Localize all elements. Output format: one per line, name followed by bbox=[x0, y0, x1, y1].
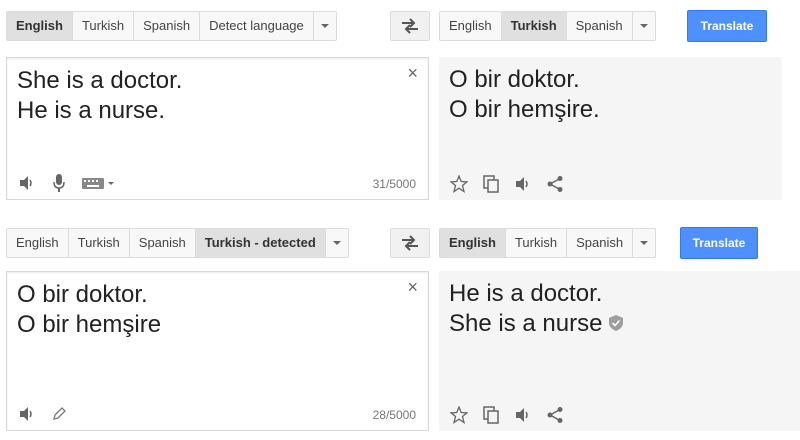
pencil-icon[interactable] bbox=[49, 404, 69, 424]
source-toolbar bbox=[17, 404, 69, 424]
source-language-dropdown[interactable] bbox=[326, 229, 348, 257]
target-language-dropdown[interactable] bbox=[633, 12, 655, 40]
target-language-bar: English Turkish Spanish bbox=[439, 11, 656, 41]
character-count: 31/5000 bbox=[372, 177, 416, 191]
speaker-icon[interactable] bbox=[17, 173, 37, 193]
translation-result-area: He is a doctor. She is a nurse bbox=[439, 271, 800, 431]
speaker-icon[interactable] bbox=[17, 404, 37, 424]
keyboard-icon[interactable] bbox=[81, 173, 117, 193]
target-tab-english[interactable]: English bbox=[440, 229, 506, 257]
result-toolbar bbox=[449, 405, 565, 425]
translation-line: O bir doktor. bbox=[449, 66, 580, 93]
source-tab-spanish[interactable]: Spanish bbox=[134, 12, 201, 40]
source-language-bar: English Turkish Spanish Detect language bbox=[6, 11, 337, 41]
translation-text: O bir doktor. O bir hemşire. bbox=[449, 65, 600, 125]
clear-text-button[interactable]: × bbox=[407, 278, 418, 296]
translation-line: He is a doctor. bbox=[449, 280, 603, 307]
source-language-bar: English Turkish Spanish Turkish - detect… bbox=[6, 228, 349, 258]
translation-text: He is a doctor. She is a nurse bbox=[449, 279, 624, 339]
translation-line: O bir hemşire. bbox=[449, 96, 600, 123]
source-line: He is a nurse. bbox=[17, 97, 166, 124]
microphone-icon[interactable] bbox=[49, 173, 69, 193]
target-tab-english[interactable]: English bbox=[440, 12, 502, 40]
source-tab-turkish-detected[interactable]: Turkish - detected bbox=[195, 229, 326, 257]
chevron-down-icon bbox=[332, 241, 341, 245]
source-tab-spanish[interactable]: Spanish bbox=[130, 229, 196, 257]
chevron-down-icon bbox=[639, 24, 648, 28]
source-line: O bir hemşire bbox=[17, 311, 162, 338]
source-tab-turkish[interactable]: Turkish bbox=[73, 12, 135, 40]
copy-icon[interactable] bbox=[481, 174, 501, 194]
translation-line-with-badge: She is a nurse bbox=[449, 309, 624, 339]
source-tab-english[interactable]: English bbox=[7, 229, 69, 257]
source-text-area[interactable]: O bir doktor. O bir hemşire × 28/5000 bbox=[6, 271, 429, 431]
chevron-down-icon bbox=[640, 241, 649, 245]
speaker-icon[interactable] bbox=[513, 405, 533, 425]
source-tab-english[interactable]: English bbox=[7, 12, 73, 40]
source-text-area[interactable]: She is a doctor. He is a nurse. × 31/500… bbox=[6, 57, 429, 200]
source-line: O bir doktor. bbox=[17, 281, 148, 308]
source-tab-turkish[interactable]: Turkish bbox=[69, 229, 130, 257]
swap-arrows-icon bbox=[402, 18, 418, 34]
translate-button[interactable]: Translate bbox=[687, 10, 767, 42]
source-line: She is a doctor. bbox=[17, 67, 183, 94]
translation-result-area: O bir doktor. O bir hemşire. bbox=[439, 57, 782, 200]
translation-panel-bottom: English Turkish Spanish Turkish - detect… bbox=[0, 216, 800, 440]
source-language-dropdown[interactable] bbox=[314, 12, 336, 40]
swap-languages-button[interactable] bbox=[390, 11, 430, 41]
target-language-dropdown[interactable] bbox=[633, 229, 655, 257]
source-text[interactable]: O bir doktor. O bir hemşire bbox=[17, 280, 161, 340]
target-tab-turkish[interactable]: Turkish bbox=[506, 229, 568, 257]
target-tab-turkish[interactable]: Turkish bbox=[501, 12, 567, 40]
copy-icon[interactable] bbox=[481, 405, 501, 425]
star-icon[interactable] bbox=[449, 174, 469, 194]
speaker-icon[interactable] bbox=[513, 174, 533, 194]
source-tab-detect-language[interactable]: Detect language bbox=[200, 12, 314, 40]
target-tab-spanish[interactable]: Spanish bbox=[567, 12, 633, 40]
source-toolbar bbox=[17, 173, 117, 193]
character-count: 28/5000 bbox=[372, 408, 416, 422]
result-toolbar bbox=[449, 174, 565, 194]
clear-text-button[interactable]: × bbox=[407, 64, 418, 82]
translation-line: She is a nurse bbox=[449, 310, 603, 337]
source-text[interactable]: She is a doctor. He is a nurse. bbox=[17, 66, 182, 126]
chevron-down-icon bbox=[320, 24, 329, 28]
share-icon[interactable] bbox=[545, 405, 565, 425]
swap-arrows-icon bbox=[402, 235, 418, 251]
target-language-bar: English Turkish Spanish bbox=[439, 228, 657, 258]
star-icon[interactable] bbox=[449, 405, 469, 425]
target-tab-spanish[interactable]: Spanish bbox=[567, 229, 634, 257]
share-icon[interactable] bbox=[545, 174, 565, 194]
translate-button[interactable]: Translate bbox=[680, 227, 758, 259]
translation-panel-top: English Turkish Spanish Detect language … bbox=[0, 0, 800, 216]
shield-check-icon[interactable] bbox=[608, 314, 624, 332]
swap-languages-button[interactable] bbox=[390, 228, 430, 258]
